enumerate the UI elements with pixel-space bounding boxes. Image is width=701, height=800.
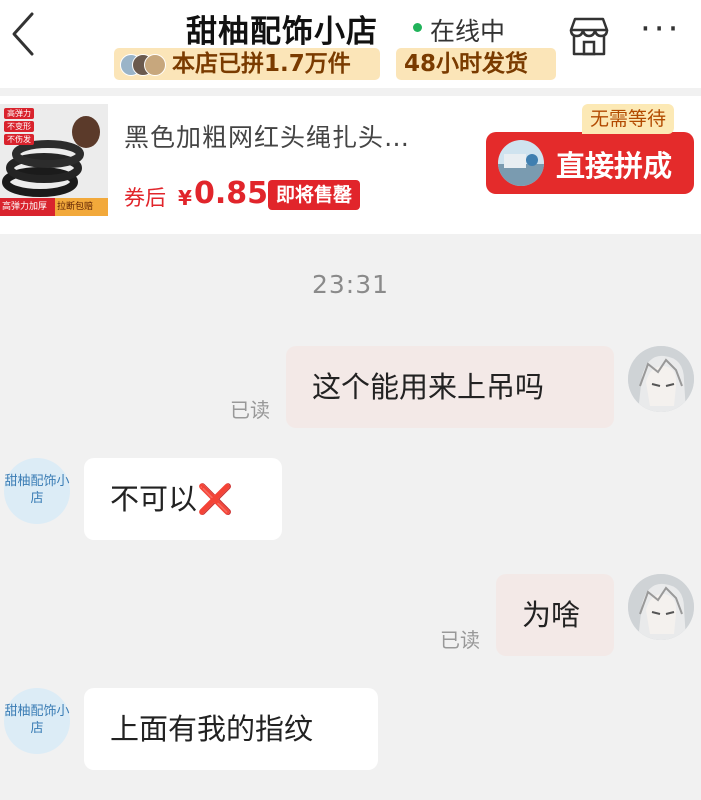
promo-strip-left: 高弹力加厚 bbox=[0, 198, 55, 216]
product-tag: 不变形 bbox=[4, 121, 34, 132]
message-bubble-incoming[interactable]: 上面有我的指纹 bbox=[84, 688, 378, 770]
price-currency: ¥ bbox=[178, 186, 192, 210]
group-member-avatar bbox=[498, 140, 544, 186]
message-text: 不可以 bbox=[110, 482, 198, 516]
cross-mark-emoji: ❌ bbox=[197, 482, 234, 516]
message-bubble-incoming[interactable]: 不可以❌ bbox=[84, 458, 282, 540]
message-timestamp: 23:31 bbox=[311, 270, 390, 299]
read-receipt: 已读 bbox=[440, 628, 480, 652]
chat-header: 甜柚配饰小店 在线中 ··· 本店已拼1.7万件 48小时发货 bbox=[0, 0, 701, 88]
online-status-dot bbox=[413, 23, 422, 32]
buyer-avatars bbox=[120, 54, 166, 76]
soldout-badge: 即将售罄 bbox=[268, 180, 361, 210]
product-image[interactable]: 高弹力 不变形 不伤发 高弹力加厚 拉断包赔 bbox=[0, 104, 108, 216]
message-bubble-outgoing[interactable]: 这个能用来上吊吗 bbox=[286, 346, 614, 428]
user-avatar[interactable] bbox=[628, 574, 694, 640]
read-receipt: 已读 bbox=[230, 398, 270, 422]
store-icon[interactable] bbox=[566, 14, 612, 60]
join-group-button[interactable]: 直接拼成 bbox=[486, 132, 694, 194]
product-promo-strip: 高弹力加厚 拉断包赔 bbox=[0, 198, 108, 216]
product-tag: 不伤发 bbox=[4, 134, 34, 145]
shop-title[interactable]: 甜柚配饰小店 bbox=[186, 6, 378, 51]
group-buy-text: 本店已拼1.7万件 bbox=[172, 51, 351, 77]
shop-avatar[interactable]: 甜柚配饰小店 bbox=[4, 688, 70, 754]
product-price: 0.85 bbox=[194, 176, 269, 211]
promo-strip-right: 拉断包赔 bbox=[55, 198, 108, 216]
join-group-label: 直接拼成 bbox=[556, 149, 673, 183]
message-bubble-outgoing[interactable]: 为啥 bbox=[496, 574, 614, 656]
user-avatar[interactable] bbox=[628, 346, 694, 412]
product-feature-tags: 高弹力 不变形 不伤发 bbox=[4, 108, 34, 147]
shop-avatar[interactable]: 甜柚配饰小店 bbox=[4, 458, 70, 524]
group-buy-badge: 本店已拼1.7万件 bbox=[114, 48, 380, 80]
back-chevron-icon[interactable] bbox=[6, 10, 42, 58]
product-card[interactable]: 高弹力 不变形 不伤发 高弹力加厚 拉断包赔 黑色加粗网红头绳扎头… 券后 ¥ 0… bbox=[0, 96, 701, 234]
price-label: 券后 bbox=[124, 186, 166, 210]
product-tag: 高弹力 bbox=[4, 108, 34, 119]
more-icon[interactable]: ··· bbox=[640, 12, 681, 46]
chat-area[interactable]: 23:31 已读 这个能用来上吊吗 甜柚配饰小店 不可以❌ 已读 为啥 甜柚配饰… bbox=[0, 234, 701, 800]
shipping-badge: 48小时发货 bbox=[396, 48, 556, 80]
product-name[interactable]: 黑色加粗网红头绳扎头… bbox=[124, 118, 464, 154]
no-wait-badge: 无需等待 bbox=[582, 104, 675, 134]
online-status-text: 在线中 bbox=[430, 17, 506, 46]
